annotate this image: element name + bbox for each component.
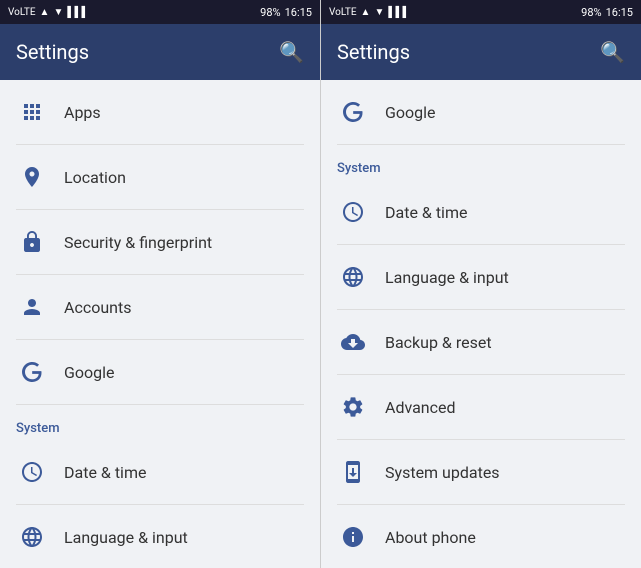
signal-icon: ▼ (53, 7, 63, 18)
right-about-icon (337, 521, 369, 553)
accounts-icon (16, 291, 48, 323)
google-label-left: Google (64, 363, 115, 382)
right-settings-item-about[interactable]: About phone (321, 505, 641, 568)
right-google-icon (337, 96, 369, 128)
time-display: 16:15 (285, 6, 312, 19)
right-language-label: Language & input (385, 268, 509, 287)
right-settings-item-updates[interactable]: System updates (321, 440, 641, 504)
volte-icon: VoLTE (8, 7, 36, 18)
settings-item-accounts[interactable]: Accounts (0, 275, 320, 339)
right-settings-list: Google System Date & time Language & inp… (321, 80, 641, 568)
right-settings-item-language[interactable]: Language & input (321, 245, 641, 309)
date-label: Date & time (64, 463, 146, 482)
right-about-label: About phone (385, 528, 476, 547)
system-section-header-right: System (321, 145, 641, 180)
right-battery-percent: 98% (581, 6, 601, 19)
security-label: Security & fingerprint (64, 233, 212, 252)
date-icon (16, 456, 48, 488)
right-signal-icon: ▼ (374, 7, 384, 18)
right-app-bar: Settings 🔍 (321, 24, 641, 80)
right-backup-icon (337, 326, 369, 358)
language-label: Language & input (64, 528, 188, 547)
right-date-label: Date & time (385, 203, 467, 222)
settings-item-apps[interactable]: Apps (0, 80, 320, 144)
left-status-bar: VoLTE ▲ ▼ ▌▌▌ 98% 16:15 (0, 0, 320, 24)
right-updates-label: System updates (385, 463, 500, 482)
settings-item-date[interactable]: Date & time (0, 440, 320, 504)
security-icon (16, 226, 48, 258)
google-icon-left (16, 356, 48, 388)
right-volte-icon: VoLTE (329, 7, 357, 18)
right-wifi-icon: ▲ (361, 7, 371, 18)
location-icon (16, 161, 48, 193)
left-search-icon[interactable]: 🔍 (279, 40, 304, 64)
right-updates-icon (337, 456, 369, 488)
right-settings-item-backup[interactable]: Backup & reset (321, 310, 641, 374)
settings-item-language[interactable]: Language & input (0, 505, 320, 568)
right-search-icon[interactable]: 🔍 (600, 40, 625, 64)
right-google-label: Google (385, 103, 436, 122)
apps-icon (16, 96, 48, 128)
system-section-header-left: System (0, 405, 320, 440)
right-settings-item-date[interactable]: Date & time (321, 180, 641, 244)
right-title: Settings (337, 40, 410, 64)
right-status-bar: VoLTE ▲ ▼ ▌▌▌ 98% 16:15 (321, 0, 641, 24)
language-icon (16, 521, 48, 553)
right-signal-bars-icon: ▌▌▌ (388, 7, 409, 18)
left-app-bar: Settings 🔍 (0, 24, 320, 80)
left-panel: VoLTE ▲ ▼ ▌▌▌ 98% 16:15 Settings 🔍 Apps (0, 0, 320, 568)
right-time-display: 16:15 (606, 6, 633, 19)
apps-label: Apps (64, 103, 101, 122)
right-settings-item-google[interactable]: Google (321, 80, 641, 144)
battery-percent: 98% (260, 6, 280, 19)
right-date-icon (337, 196, 369, 228)
right-language-icon (337, 261, 369, 293)
left-status-right: 98% 16:15 (260, 6, 312, 19)
right-status-right: 98% 16:15 (581, 6, 633, 19)
right-status-icons: VoLTE ▲ ▼ ▌▌▌ (329, 7, 410, 18)
right-settings-item-advanced[interactable]: Advanced (321, 375, 641, 439)
accounts-label: Accounts (64, 298, 131, 317)
right-advanced-label: Advanced (385, 398, 456, 417)
signal-bars-icon: ▌▌▌ (67, 7, 88, 18)
right-backup-label: Backup & reset (385, 333, 492, 352)
settings-item-google[interactable]: Google (0, 340, 320, 404)
location-label: Location (64, 168, 126, 187)
right-advanced-icon (337, 391, 369, 423)
settings-item-security[interactable]: Security & fingerprint (0, 210, 320, 274)
wifi-icon: ▲ (40, 7, 50, 18)
left-settings-list: Apps Location Security & fingerprint (0, 80, 320, 568)
right-panel: VoLTE ▲ ▼ ▌▌▌ 98% 16:15 Settings 🔍 Googl… (320, 0, 641, 568)
left-title: Settings (16, 40, 89, 64)
left-status-icons: VoLTE ▲ ▼ ▌▌▌ (8, 7, 89, 18)
settings-item-location[interactable]: Location (0, 145, 320, 209)
